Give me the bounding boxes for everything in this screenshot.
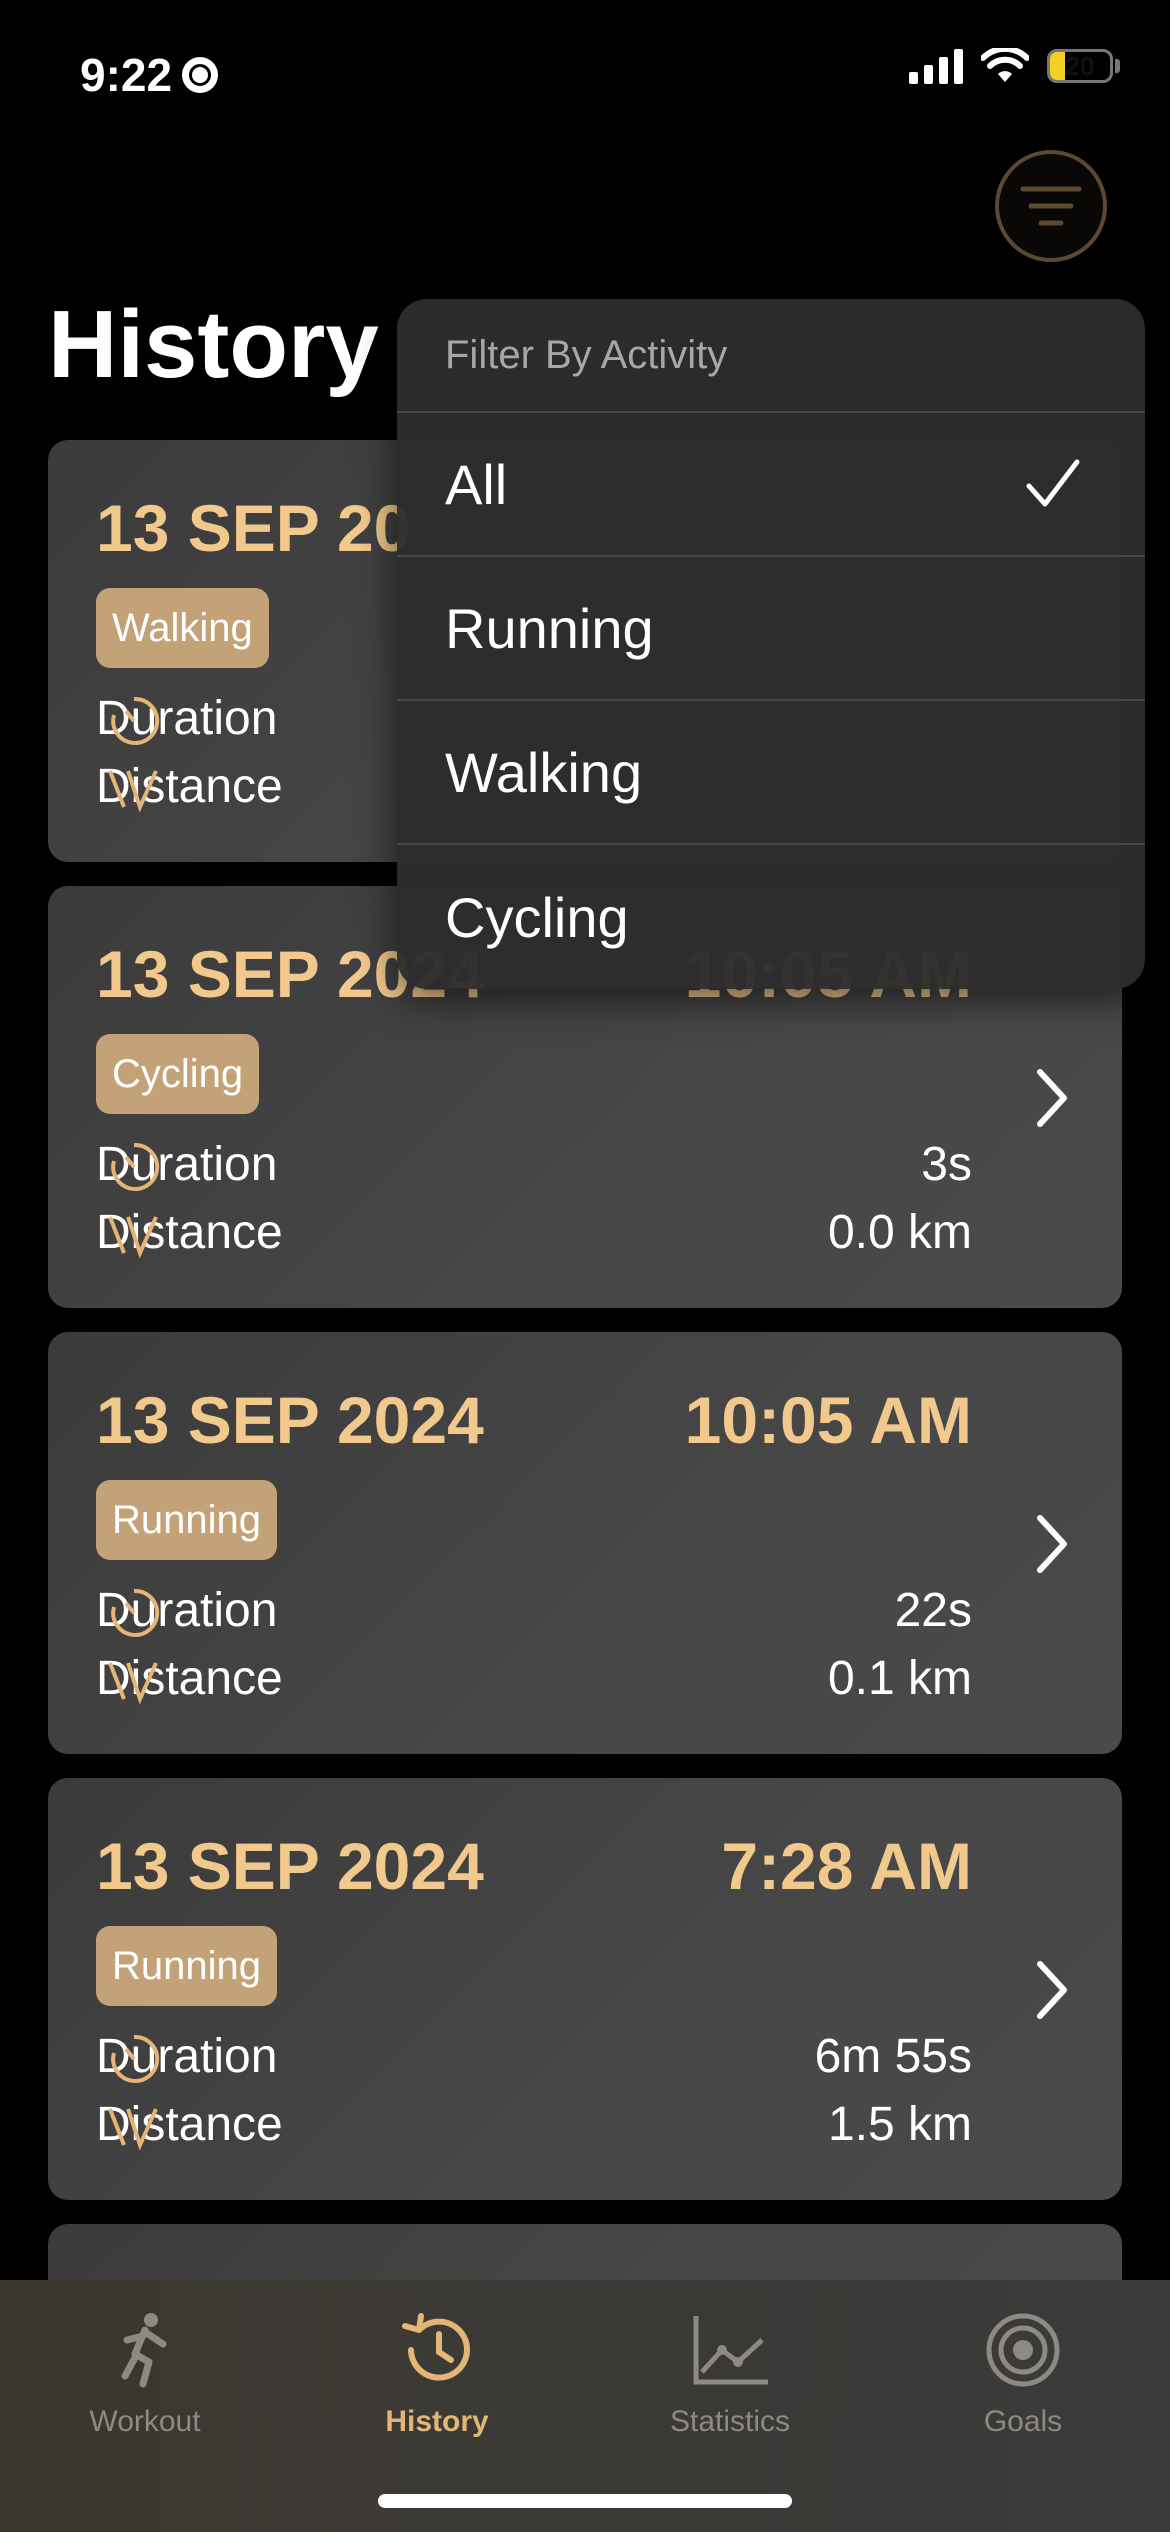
chevron-right-icon[interactable] [1032,1512,1072,1576]
distance-value: 0.0 km [827,1205,972,1259]
status-indicators: 20 [909,48,1120,84]
filter-option-label: Cycling [445,885,629,949]
tab-statistics[interactable]: Statistics [610,2310,850,2439]
workout-date: 13 SEP 2024 [96,1829,484,1903]
activity-badge: Cycling [96,1034,260,1114]
history-clock-icon [402,2313,470,2381]
battery-tip [1115,59,1120,73]
filter-option-running[interactable]: Running [397,557,1145,701]
distance-value: 1.5 km [827,2097,972,2151]
workout-date: 13 SEP 2024 [96,1383,484,1457]
distance-icon [108,1215,158,1259]
activity-badge: Running [96,1480,278,1560]
workout-time: 10:05 AM [684,1383,972,1457]
duration-row: Duration 3s [96,1136,972,1192]
timer-icon [111,696,160,745]
timer-icon [111,1588,160,1637]
distance-icon [108,769,158,813]
tab-label: History [385,2405,489,2438]
distance-row: Distance 0.0 km [96,1204,972,1260]
filter-option-label: All [445,452,508,516]
activity-badge: Walking [96,588,269,668]
duration-value: 22s [894,1583,972,1637]
filter-menu-title: Filter By Activity [397,299,1145,413]
filter-option-label: Walking [445,740,643,804]
running-person-icon [121,2313,167,2388]
workout-card[interactable]: 13 SEP 2024 7:28 AM Running Duration 6m … [48,1778,1122,2200]
tab-workout[interactable]: Workout [25,2310,265,2439]
line-chart-icon [693,2316,768,2385]
distance-icon [108,1661,158,1705]
chevron-right-icon[interactable] [1032,1958,1072,2022]
duration-row: Duration 6m 55s [96,2028,972,2084]
distance-value: 0.1 km [827,1651,972,1705]
duration-value: 3s [921,1137,972,1191]
tab-goals[interactable]: Goals [903,2310,1143,2439]
distance-row: Distance 1.5 km [96,2096,972,2152]
filter-button[interactable] [995,150,1107,262]
checkmark-icon [1026,459,1080,507]
distance-icon [108,2107,158,2151]
clock-text: 9:22 [80,49,173,101]
wifi-icon [981,48,1029,82]
timer-icon [111,2034,160,2083]
target-icon [986,2313,1060,2387]
home-indicator[interactable] [378,2494,792,2508]
workout-time: 7:28 AM [721,1829,972,1903]
chevron-right-icon[interactable] [1032,1066,1072,1130]
battery-icon: 20 [1047,49,1113,83]
filter-option-label: Running [445,596,654,660]
duration-value: 6m 55s [814,2029,972,2083]
activity-badge: Running [96,1926,278,2006]
page-title: History [48,291,379,398]
tab-label: Workout [89,2405,201,2438]
distance-row: Distance 0.1 km [96,1650,972,1706]
battery-level: 20 [1065,50,1095,81]
timer-icon [111,1142,160,1191]
filter-lines-icon [1020,186,1082,226]
tab-label: Statistics [669,2405,791,2438]
tab-history[interactable]: History [317,2310,557,2439]
filter-menu: Filter By Activity All Running Walking C… [397,299,1145,989]
tab-label: Goals [983,2405,1063,2438]
filter-option-cycling[interactable]: Cycling [397,845,1145,989]
status-time: 9:22 [80,48,219,102]
workout-date: 13 SEP 20 [96,491,411,565]
cellular-signal-icon [909,48,963,84]
workout-card[interactable]: 13 SEP 2024 10:05 AM Running Duration 22… [48,1332,1122,1754]
filter-option-all[interactable]: All [397,413,1145,557]
filter-option-walking[interactable]: Walking [397,701,1145,845]
globe-icon [182,57,219,93]
duration-row: Duration 22s [96,1582,972,1638]
